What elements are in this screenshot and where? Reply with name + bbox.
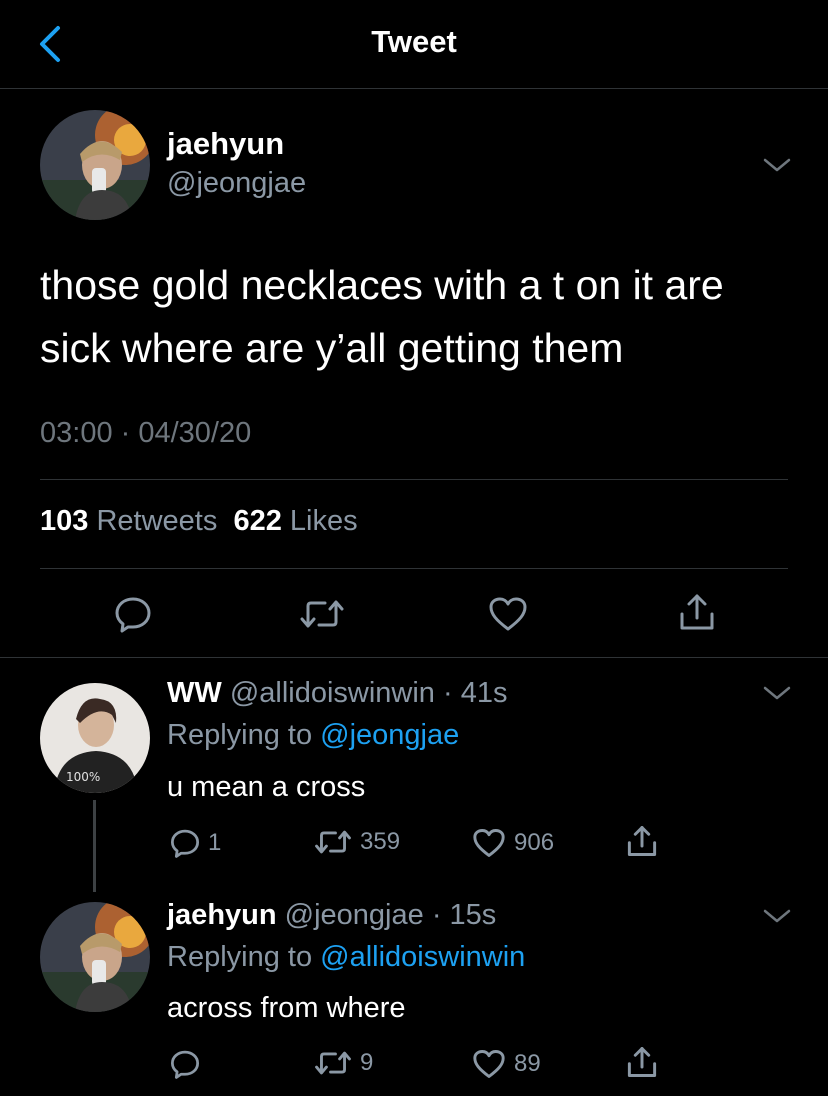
- reply-header: jaehyun @jeongjae · 15s: [167, 899, 497, 931]
- retweets-label[interactable]: Retweets: [96, 505, 217, 537]
- reply-icon: [170, 829, 200, 858]
- reply-author-handle[interactable]: @jeongjae: [285, 899, 424, 931]
- retweet-count: 359: [360, 828, 401, 855]
- reply-options-button[interactable]: [762, 683, 792, 708]
- tweet-stats: 103 Retweets 622 Likes: [40, 505, 358, 538]
- retweet-button[interactable]: [298, 593, 346, 635]
- share-icon: [627, 1047, 657, 1077]
- reply-author-name[interactable]: WW: [167, 677, 222, 709]
- reply-reply-button[interactable]: [170, 1049, 208, 1079]
- reply-options-button[interactable]: [762, 906, 792, 931]
- share-icon: [627, 826, 657, 856]
- svg-text:100%: 100%: [66, 770, 100, 784]
- divider: [40, 568, 788, 569]
- reply-count: 1: [208, 829, 222, 856]
- like-count: 89: [514, 1050, 541, 1077]
- author-name[interactable]: jaehyun: [167, 126, 284, 162]
- tweet-timestamp: 03:00 · 04/30/20: [40, 417, 252, 449]
- retweet-icon: [315, 1051, 351, 1075]
- like-button[interactable]: [487, 593, 529, 635]
- page-title: Tweet: [371, 24, 457, 59]
- reply-share-button[interactable]: [626, 824, 658, 858]
- replying-to: Replying to @jeongjae: [167, 719, 459, 752]
- replying-to-label: Replying to: [167, 719, 313, 751]
- reply-avatar[interactable]: [40, 902, 150, 1012]
- reply-time: 41s: [460, 677, 508, 709]
- heart-icon: [473, 1050, 505, 1078]
- reply-button[interactable]: [112, 593, 154, 635]
- chevron-down-icon: [763, 686, 791, 700]
- like-count: 906: [514, 829, 555, 856]
- reply-text: u mean a cross: [167, 771, 366, 803]
- replying-to-link[interactable]: @jeongjae: [320, 719, 459, 751]
- tweet-options-button[interactable]: [762, 155, 792, 180]
- replying-to-label: Replying to: [167, 941, 313, 973]
- share-icon: [680, 594, 714, 630]
- author-handle[interactable]: @jeongjae: [167, 167, 306, 200]
- reply-retweet-button[interactable]: 9: [314, 1049, 373, 1077]
- heart-icon: [489, 597, 527, 631]
- reply-time: 15s: [449, 899, 497, 931]
- thread-line: [93, 800, 96, 892]
- reply-icon: [170, 1050, 200, 1079]
- reply-avatar[interactable]: 100%: [40, 683, 150, 793]
- reply-author-handle[interactable]: @allidoiswinwin: [230, 677, 435, 709]
- likes-label[interactable]: Likes: [290, 505, 358, 537]
- divider: [40, 479, 788, 480]
- avatar[interactable]: [40, 110, 150, 220]
- reply-like-button[interactable]: 89: [472, 1049, 541, 1079]
- retweet-icon: [315, 830, 351, 854]
- reply-author-name[interactable]: jaehyun: [167, 899, 277, 931]
- chevron-down-icon: [763, 158, 791, 172]
- reply-header: WW @allidoiswinwin · 41s: [167, 677, 508, 709]
- share-button[interactable]: [676, 590, 718, 634]
- likes-count: 622: [233, 505, 282, 537]
- reply-like-button[interactable]: 906: [472, 828, 554, 858]
- heart-icon: [473, 829, 505, 857]
- retweet-count: 9: [360, 1049, 374, 1076]
- retweets-count: 103: [40, 505, 89, 537]
- reply-reply-button[interactable]: 1: [170, 828, 221, 858]
- retweet-icon: [300, 600, 344, 628]
- reply-share-button[interactable]: [626, 1045, 658, 1079]
- replying-to-link[interactable]: @allidoiswinwin: [320, 941, 525, 973]
- tweet-text: those gold necklaces with a t on it are …: [40, 262, 724, 371]
- reply-icon: [115, 597, 151, 633]
- reply-retweet-button[interactable]: 359: [314, 828, 400, 856]
- replying-to: Replying to @allidoiswinwin: [167, 941, 525, 974]
- reply-text: across from where: [167, 992, 406, 1024]
- divider: [0, 657, 828, 658]
- chevron-down-icon: [763, 909, 791, 923]
